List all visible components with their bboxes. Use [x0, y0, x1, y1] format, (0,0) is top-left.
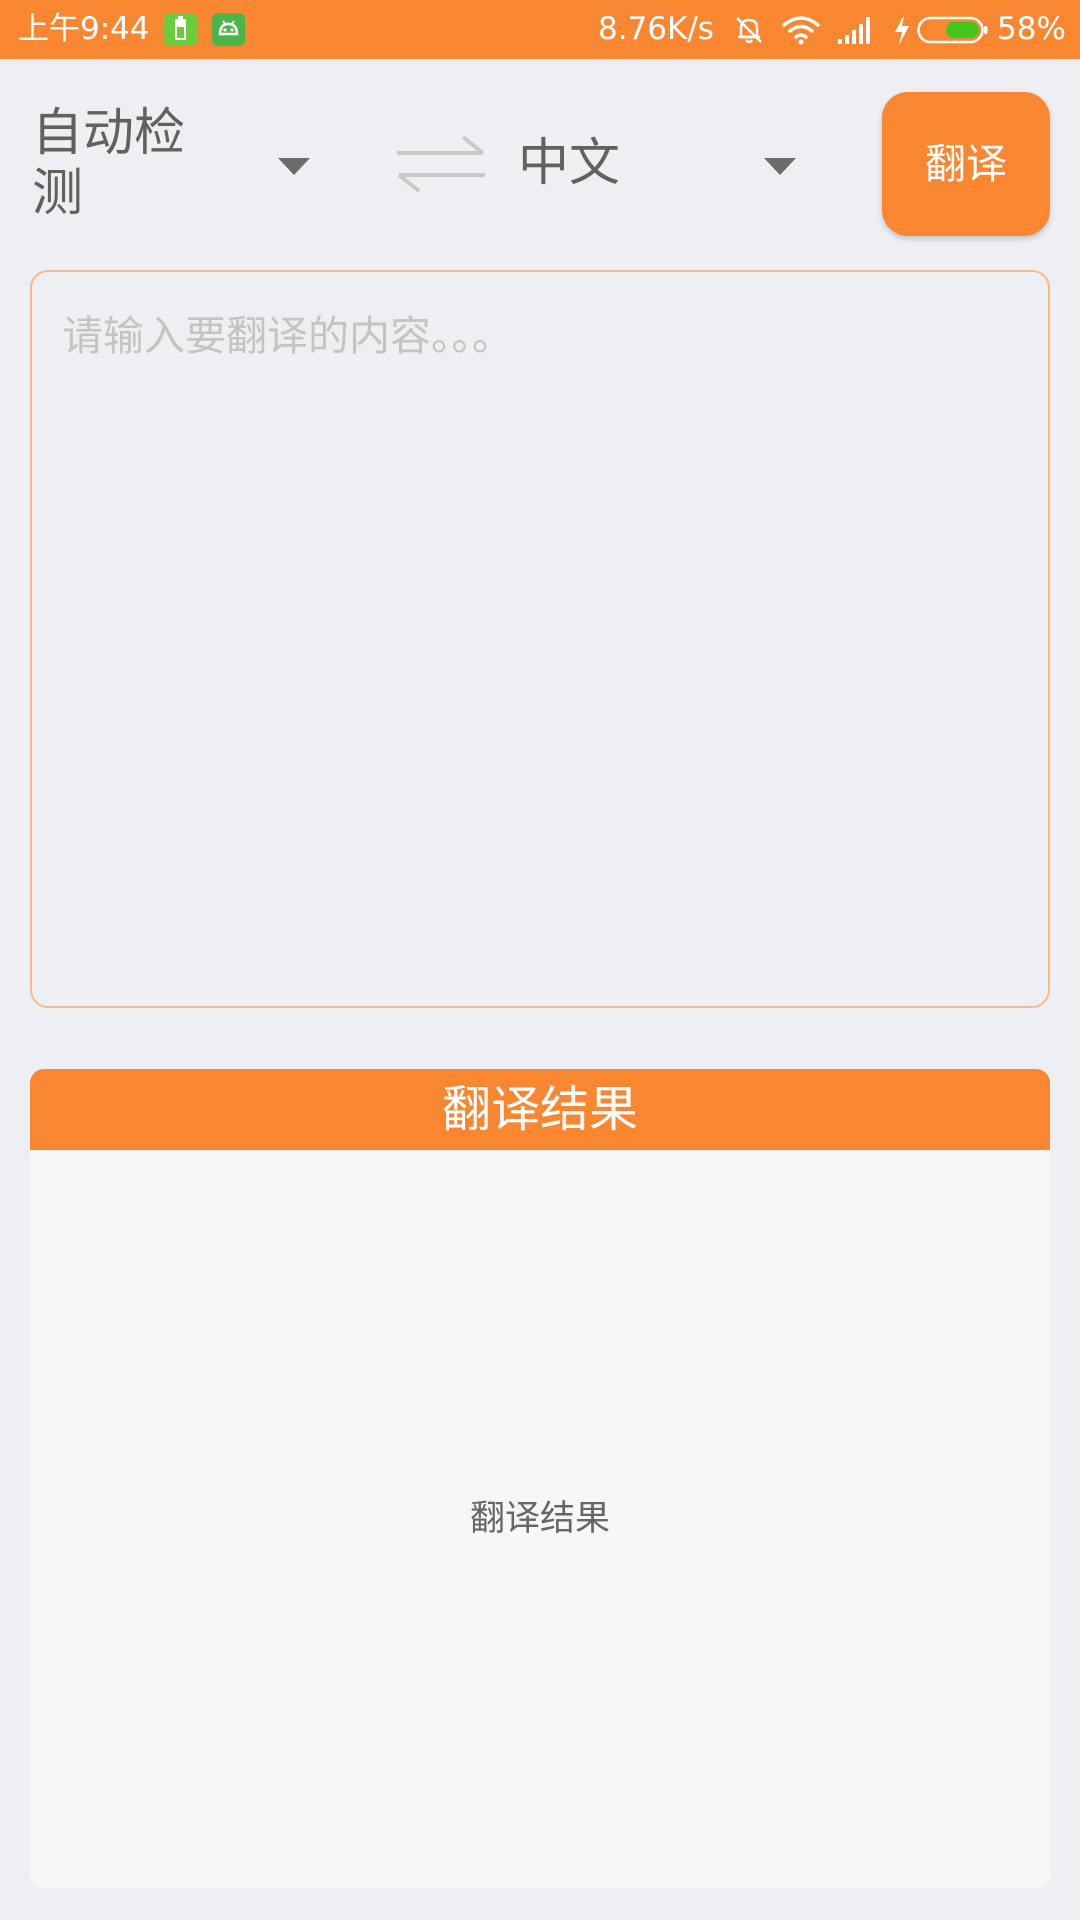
battery-app-icon	[164, 13, 197, 46]
android-app-icon	[212, 13, 245, 46]
language-toolbar: 自动检测 中文 翻译	[0, 59, 1080, 269]
signal-icon	[838, 17, 870, 44]
chevron-down-icon	[764, 158, 796, 175]
charging-icon	[895, 15, 909, 45]
source-language-label: 自动检测	[32, 104, 186, 223]
battery-percent: 58%	[997, 11, 1066, 47]
translation-input[interactable]	[30, 270, 1050, 1008]
mute-bell-icon	[736, 17, 762, 44]
chevron-down-icon	[278, 158, 310, 175]
translate-button[interactable]: 翻译	[882, 92, 1050, 236]
result-header: 翻译结果	[30, 1069, 1050, 1150]
status-bar: 上午9:44 8.76K/s 58%	[0, 0, 1080, 59]
network-speed: 8.76K/s	[598, 11, 714, 47]
result-panel: 翻译结果	[30, 1150, 1050, 1888]
status-time: 上午9:44	[18, 11, 150, 47]
target-language-label: 中文	[518, 134, 621, 193]
battery-icon	[917, 16, 988, 44]
wifi-icon	[782, 16, 820, 45]
result-text: 翻译结果	[469, 1499, 610, 1539]
swap-arrows-icon[interactable]	[393, 131, 489, 197]
